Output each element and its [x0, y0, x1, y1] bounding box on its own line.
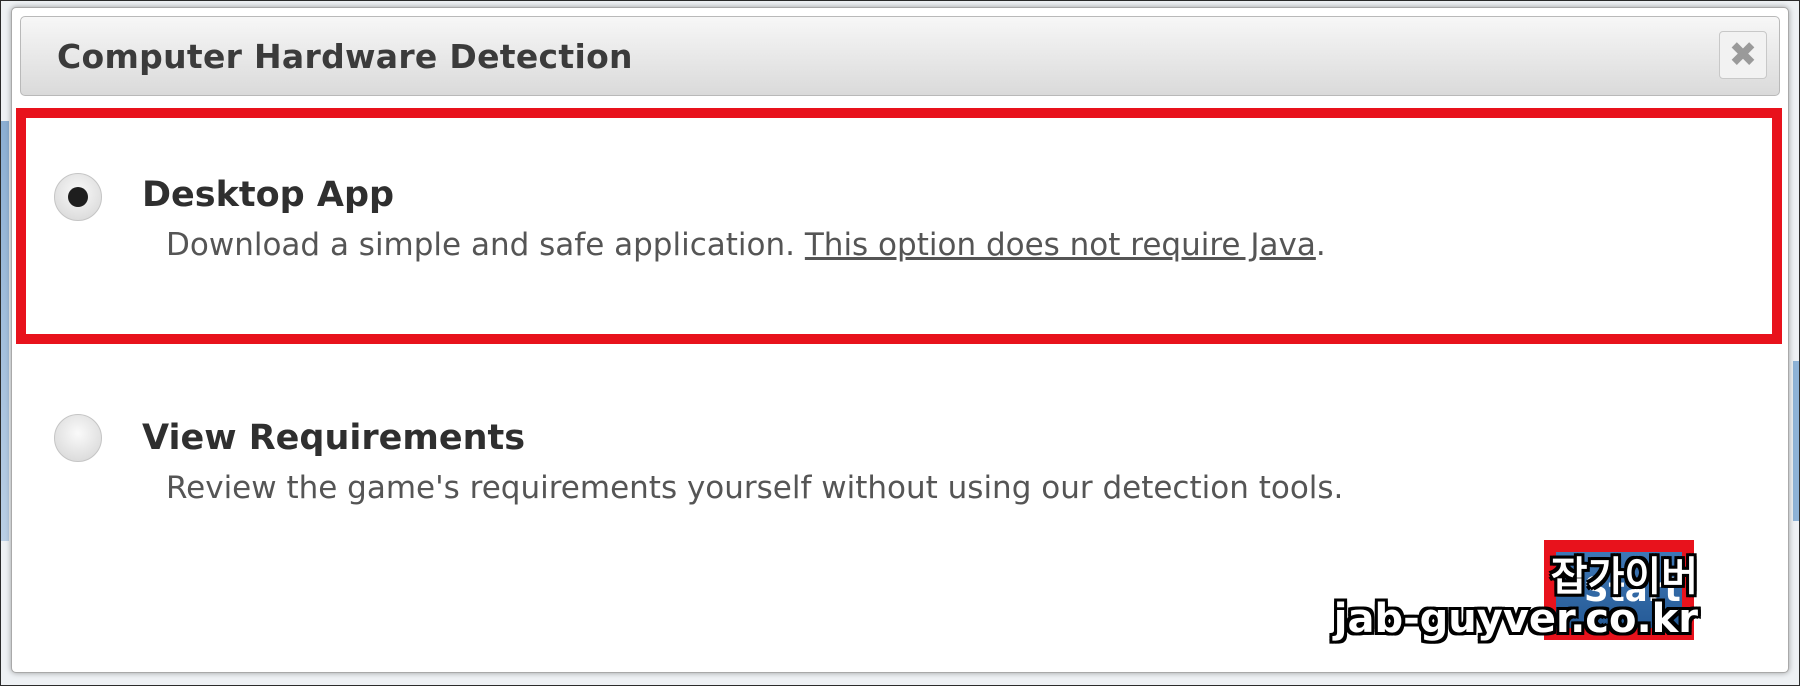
highlight-annotation-box — [16, 108, 1782, 344]
dialog-titlebar: Computer Hardware Detection ✖ — [20, 16, 1780, 96]
watermark-korean: 잡가이버 — [1550, 554, 1698, 600]
hardware-detection-dialog: Computer Hardware Detection ✖ Desktop Ap… — [11, 7, 1789, 673]
option-label: View Requirements — [142, 418, 526, 458]
watermark: 잡가이버 jab-guyver.co.kr — [1334, 556, 1698, 640]
background-page-edge — [1, 121, 9, 541]
screenshot-frame: Computer Hardware Detection ✖ Desktop Ap… — [0, 0, 1800, 686]
option-view-requirements[interactable]: View Requirements Review the game's requ… — [16, 348, 1782, 508]
watermark-url: jab-guyver.co.kr — [1333, 596, 1698, 642]
option-description: Review the game's requirements yourself … — [166, 470, 1344, 506]
close-icon[interactable]: ✖ — [1719, 31, 1767, 79]
radio-view-requirements[interactable] — [54, 414, 102, 462]
background-page-edge-right — [1793, 361, 1799, 521]
dialog-title: Computer Hardware Detection — [57, 37, 633, 76]
